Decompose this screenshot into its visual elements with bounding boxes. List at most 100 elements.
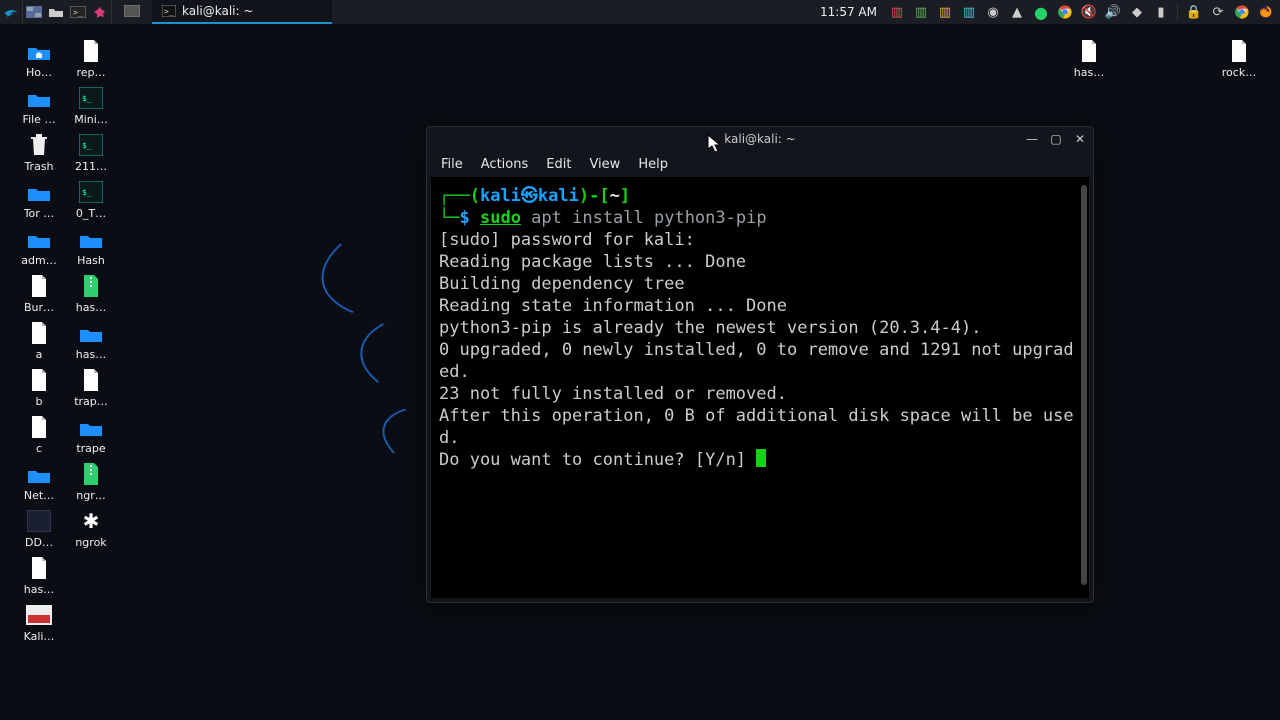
maximize-button[interactable]: ▢ xyxy=(1049,132,1063,146)
tray-firefox-icon[interactable] xyxy=(1258,4,1274,20)
tray-chat-icon[interactable]: ● xyxy=(1033,4,1049,20)
terminal-launcher-icon[interactable]: >_ xyxy=(67,0,89,24)
tray-lock-icon[interactable]: 🔒 xyxy=(1186,4,1202,20)
desktop-icon-glyph xyxy=(23,85,55,111)
desktop-icon[interactable]: has… xyxy=(66,320,116,361)
task-terminal[interactable]: >_ kali@kali: ~ xyxy=(152,0,332,24)
desktop-icon-glyph: $_ xyxy=(75,179,107,205)
desktop-icon[interactable]: rock… xyxy=(1214,38,1264,79)
desktop-icon[interactable]: rep… xyxy=(66,38,116,79)
desktop-icon[interactable]: Net… xyxy=(14,461,64,502)
desktop-icon[interactable]: ✱ngrok xyxy=(66,508,116,549)
terminal-icon: >_ xyxy=(162,5,176,17)
desktop-icon-label: b xyxy=(36,395,43,408)
panel-tray: 11:57 AM ▥ ▥ ▥ ▥ ◉ ▲ ● 🔇 🔊 ◆ ▮ 🔒 ⟳ xyxy=(820,4,1280,20)
desktop-icon[interactable]: Bur… xyxy=(14,273,64,314)
menu-help[interactable]: Help xyxy=(638,157,668,172)
desktop-icon-label: has… xyxy=(76,348,106,361)
desktop-icon-label: 211… xyxy=(75,160,107,173)
tray-chrome-icon[interactable] xyxy=(1057,4,1073,20)
start-menu-icon[interactable] xyxy=(0,0,22,24)
desktop-icon[interactable]: $_211… xyxy=(66,132,116,173)
terminal-scrollbar[interactable] xyxy=(1081,185,1087,585)
minimize-button[interactable]: — xyxy=(1025,132,1039,146)
desktop-icon[interactable]: DD… xyxy=(14,508,64,549)
desktop-icon-label: DD… xyxy=(25,536,53,549)
tray-volume-icon[interactable]: 🔊 xyxy=(1105,4,1121,20)
desktop-icon-glyph xyxy=(75,320,107,346)
desktop-icon-glyph xyxy=(23,226,55,252)
desktop-icon-glyph xyxy=(23,179,55,205)
desktop-icon[interactable]: b xyxy=(14,367,64,408)
desktop-icon-label: rock… xyxy=(1222,66,1256,79)
desktop-icon-glyph xyxy=(23,320,55,346)
task-terminal-label: kali@kali: ~ xyxy=(182,4,253,18)
desktop-icon[interactable]: Tor … xyxy=(14,179,64,220)
panel-clock[interactable]: 11:57 AM xyxy=(820,5,877,19)
close-button[interactable]: ✕ xyxy=(1073,132,1087,146)
desktop-icon[interactable]: $_ 0_T… xyxy=(66,179,116,220)
terminal-output[interactable]: ┌──(kali㉿kali)-[~] └─$ sudo apt install … xyxy=(431,177,1089,479)
tray-doc-1-icon[interactable]: ▥ xyxy=(889,4,905,20)
desktop-icon-label: has… xyxy=(1074,66,1104,79)
screenshot-icon[interactable] xyxy=(89,0,111,24)
desktop-icon[interactable]: has… xyxy=(66,273,116,314)
desktop-icon[interactable]: Ho… xyxy=(14,38,64,79)
top-panel: >_ >_ kali@kali: ~ 11:57 AM ▥ ▥ ▥ ▥ ◉ ▲ … xyxy=(0,0,1280,24)
tray-doc-2-icon[interactable]: ▥ xyxy=(913,4,929,20)
desktop-icon-glyph xyxy=(23,555,55,581)
panel-launchers: >_ xyxy=(0,0,111,24)
tray-notifications-icon[interactable]: ◆ xyxy=(1129,4,1145,20)
desktop-icon[interactable]: ngr… xyxy=(66,461,116,502)
terminal-cursor xyxy=(756,449,766,467)
tray-battery-icon[interactable]: ▮ xyxy=(1153,4,1169,20)
desktop[interactable]: Ho…rep…File …$_Mini…Trash$_211…Tor …$_0_… xyxy=(0,24,1280,720)
desktop-icon[interactable]: trap… xyxy=(66,367,116,408)
desktop-icon-label: File … xyxy=(23,113,56,126)
desktop-icon[interactable]: has… xyxy=(1064,38,1114,79)
terminal-body[interactable]: ┌──(kali㉿kali)-[~] └─$ sudo apt install … xyxy=(431,177,1089,598)
file-manager-icon[interactable] xyxy=(45,0,67,24)
desktop-icon[interactable]: trape xyxy=(66,414,116,455)
desktop-icon[interactable]: Kali… xyxy=(14,602,64,643)
desktop-icon[interactable]: has… xyxy=(14,555,64,596)
desktop-icon-label: rep… xyxy=(76,66,105,79)
menu-edit[interactable]: Edit xyxy=(546,157,571,172)
tray-doc-3-icon[interactable]: ▥ xyxy=(937,4,953,20)
svg-text:$_: $_ xyxy=(82,94,92,103)
desktop-icon-label: Tor … xyxy=(24,207,55,220)
tray-power-icon[interactable]: ⟳ xyxy=(1210,4,1226,20)
svg-text:>_: >_ xyxy=(164,7,174,16)
desktop-icon[interactable]: adm… xyxy=(14,226,64,267)
desktop-icon-label: Bur… xyxy=(24,301,54,314)
desktop-icon[interactable]: $_Mini… xyxy=(66,85,116,126)
terminal-titlebar[interactable]: kali@kali: ~ — ▢ ✕ xyxy=(427,127,1093,151)
desktop-icon[interactable]: Trash xyxy=(14,132,64,173)
workspace-switcher-icon[interactable] xyxy=(23,0,45,24)
desktop-icon-glyph xyxy=(23,367,55,393)
tray-camera-icon[interactable]: ◉ xyxy=(985,4,1001,20)
menu-actions[interactable]: Actions xyxy=(481,157,529,172)
menu-view[interactable]: View xyxy=(589,157,620,172)
desktop-icon-label: Hash xyxy=(77,254,105,267)
desktop-icon-glyph xyxy=(75,461,107,487)
task-other-window[interactable] xyxy=(112,0,152,24)
desktop-icon-label: Net… xyxy=(24,489,54,502)
menu-file[interactable]: File xyxy=(441,157,463,172)
tray-chrome2-icon[interactable] xyxy=(1234,4,1250,20)
desktop-icon[interactable]: c xyxy=(14,414,64,455)
terminal-window[interactable]: kali@kali: ~ — ▢ ✕ File Actions Edit Vie… xyxy=(426,126,1094,603)
desktop-icon[interactable]: a xyxy=(14,320,64,361)
tray-wifi-icon[interactable]: ▲ xyxy=(1009,4,1025,20)
desktop-icon-glyph xyxy=(75,226,107,252)
desktop-icon-glyph xyxy=(23,132,55,158)
desktop-icon-label: 0_T… xyxy=(76,207,106,220)
desktop-icon-label: c xyxy=(36,442,42,455)
tray-doc-4-icon[interactable]: ▥ xyxy=(961,4,977,20)
desktop-icon-label: Kali… xyxy=(24,630,55,643)
svg-text:$_: $_ xyxy=(82,188,92,197)
desktop-icon[interactable]: File … xyxy=(14,85,64,126)
desktop-icon[interactable]: Hash xyxy=(66,226,116,267)
desktop-icon-glyph: ✱ xyxy=(75,508,107,534)
tray-mute-icon[interactable]: 🔇 xyxy=(1081,4,1097,20)
